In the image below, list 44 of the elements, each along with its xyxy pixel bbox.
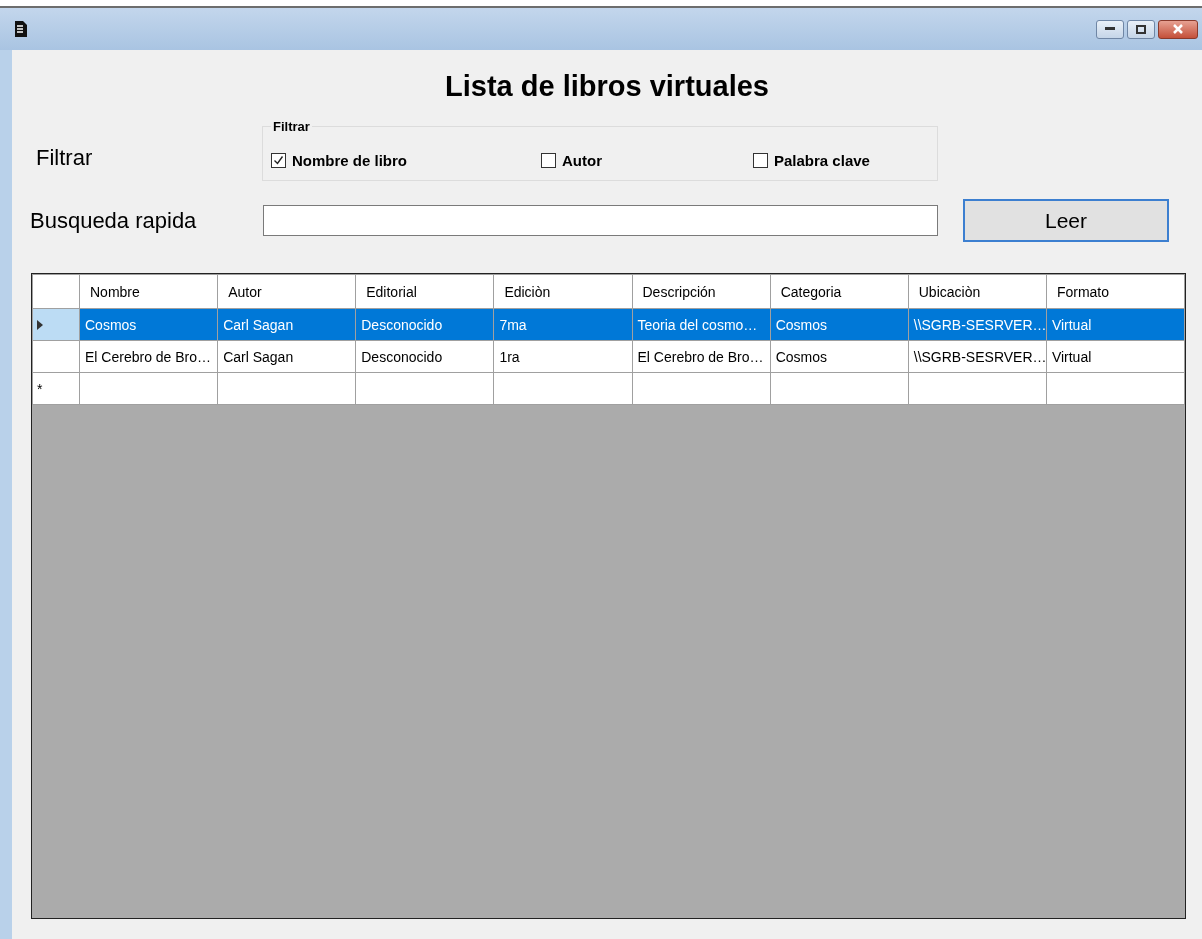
table-cell: El Cerebro de Bro… xyxy=(79,340,218,373)
maximize-icon xyxy=(1136,24,1146,34)
table-cell: 1ra xyxy=(493,340,632,373)
caret-icon xyxy=(37,319,43,330)
minimize-button[interactable] xyxy=(1096,19,1124,39)
group-title: Filtrar xyxy=(272,119,311,134)
maximize-button[interactable] xyxy=(1127,19,1155,39)
read-button[interactable]: Leer xyxy=(963,199,1169,242)
table-cell: Virtual xyxy=(1046,340,1185,373)
table-cell: Cosmos xyxy=(770,308,909,341)
table-cell: 7ma xyxy=(493,308,632,341)
column-header[interactable]: Ubicaciòn xyxy=(908,274,1047,309)
checkbox[interactable]: Palabra clave xyxy=(753,151,870,169)
checkmark-icon xyxy=(273,154,284,166)
table-cell: Teoria del cosmo… xyxy=(632,308,771,341)
table-cell: Carl Sagan xyxy=(217,308,356,341)
column-header[interactable]: Formato xyxy=(1046,274,1185,309)
checkbox[interactable]: Autor xyxy=(541,151,753,169)
minimize-icon xyxy=(1105,27,1115,31)
close-icon xyxy=(1172,24,1184,34)
table-cell: Virtual xyxy=(1046,308,1185,341)
table-cell: \\SGRB-SESRVER… xyxy=(908,340,1047,373)
document-icon xyxy=(14,20,28,38)
table-cell: Carl Sagan xyxy=(217,340,356,373)
column-header[interactable]: Editorial xyxy=(355,274,494,309)
column-header[interactable]: Ediciòn xyxy=(493,274,632,309)
column-header[interactable]: Autor xyxy=(217,274,356,309)
column-header[interactable]: Nombre xyxy=(79,274,218,309)
column-header[interactable]: Descripción xyxy=(632,274,771,309)
table-cell: Desconocido xyxy=(355,340,494,373)
window-title: Lista de libros virtuales xyxy=(445,70,769,103)
new-row-marker: * xyxy=(32,372,80,405)
table-cell: Desconocido xyxy=(355,308,494,341)
close-button[interactable] xyxy=(1158,19,1198,39)
search-label: Busqueda rapida xyxy=(30,207,198,234)
table-cell: El Cerebro de Bro… xyxy=(632,340,771,373)
checkbox[interactable]: Nombre de libro xyxy=(271,151,541,169)
table-cell: Cosmos xyxy=(79,308,218,341)
search-field[interactable] xyxy=(263,205,938,236)
row-header[interactable] xyxy=(32,340,80,373)
table-cell: \\SGRB-SESRVER… xyxy=(908,308,1047,341)
filter-label: Filtrar xyxy=(36,145,94,171)
table-cell: Cosmos xyxy=(770,340,909,373)
column-header[interactable]: Categoria xyxy=(770,274,909,309)
